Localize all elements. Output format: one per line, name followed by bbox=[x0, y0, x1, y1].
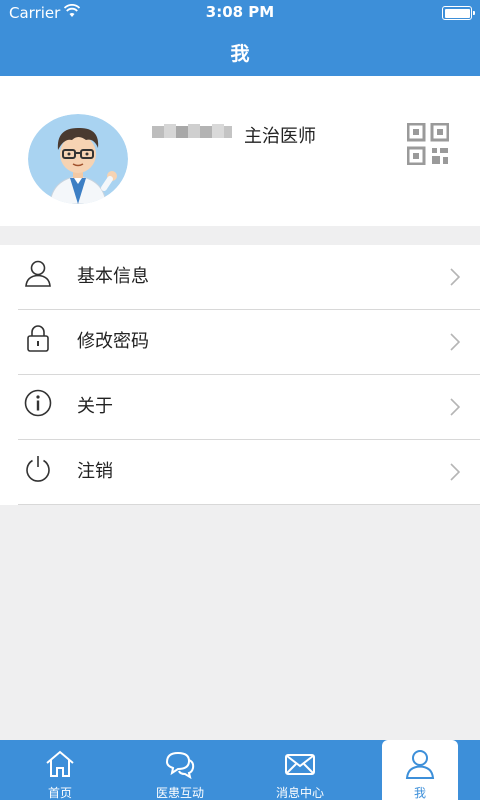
tab-label: 首页 bbox=[47, 786, 72, 800]
mail-icon bbox=[285, 754, 315, 775]
menu-item-logout[interactable]: 注销 bbox=[0, 440, 480, 505]
tab-label: 医患互动 bbox=[155, 786, 204, 800]
chat-icon bbox=[165, 751, 195, 780]
tab-home[interactable]: 首页 bbox=[0, 740, 120, 800]
power-icon bbox=[26, 456, 50, 482]
tab-label: 我 bbox=[413, 786, 426, 800]
user-icon bbox=[25, 260, 51, 287]
lock-icon bbox=[27, 325, 49, 352]
menu-item-label: 关于 bbox=[77, 396, 113, 417]
menu-item-label: 基本信息 bbox=[77, 266, 149, 287]
chevron-right-icon bbox=[450, 398, 460, 416]
menu-item-change-password[interactable]: 修改密码 bbox=[0, 310, 480, 375]
menu-item-about[interactable]: 关于 bbox=[0, 375, 480, 440]
doctor-title: 主治医师 bbox=[244, 126, 316, 147]
menu-item-basic-info[interactable]: 基本信息 bbox=[0, 245, 480, 310]
tab-me[interactable]: 我 bbox=[382, 740, 458, 800]
chevron-right-icon bbox=[450, 268, 460, 286]
status-time: 3:08 PM bbox=[205, 3, 275, 21]
menu-item-label: 注销 bbox=[77, 461, 113, 482]
home-icon bbox=[46, 750, 74, 777]
menu-item-label: 修改密码 bbox=[77, 331, 149, 352]
qr-code-icon[interactable] bbox=[407, 123, 449, 165]
tab-bar: 首页 医患互动 消息中心 我 bbox=[0, 740, 480, 800]
divider bbox=[18, 504, 480, 505]
battery-icon bbox=[442, 6, 475, 20]
nav-bar: 我 bbox=[0, 26, 480, 76]
chevron-right-icon bbox=[450, 463, 460, 481]
page-title: 我 bbox=[230, 43, 250, 65]
avatar[interactable] bbox=[28, 114, 128, 204]
tab-messages[interactable]: 消息中心 bbox=[240, 740, 360, 800]
chevron-right-icon bbox=[450, 333, 460, 351]
tab-doctor-patient[interactable]: 医患互动 bbox=[120, 740, 240, 800]
status-bar: Carrier 3:08 PM bbox=[0, 0, 480, 26]
settings-menu: 基本信息 修改密码 关于 注销 bbox=[0, 245, 480, 505]
doctor-name-obscured bbox=[150, 122, 234, 142]
info-icon bbox=[24, 389, 52, 417]
person-icon bbox=[405, 750, 435, 779]
profile-card[interactable]: 主治医师 bbox=[0, 76, 480, 226]
tab-label: 消息中心 bbox=[275, 786, 324, 800]
